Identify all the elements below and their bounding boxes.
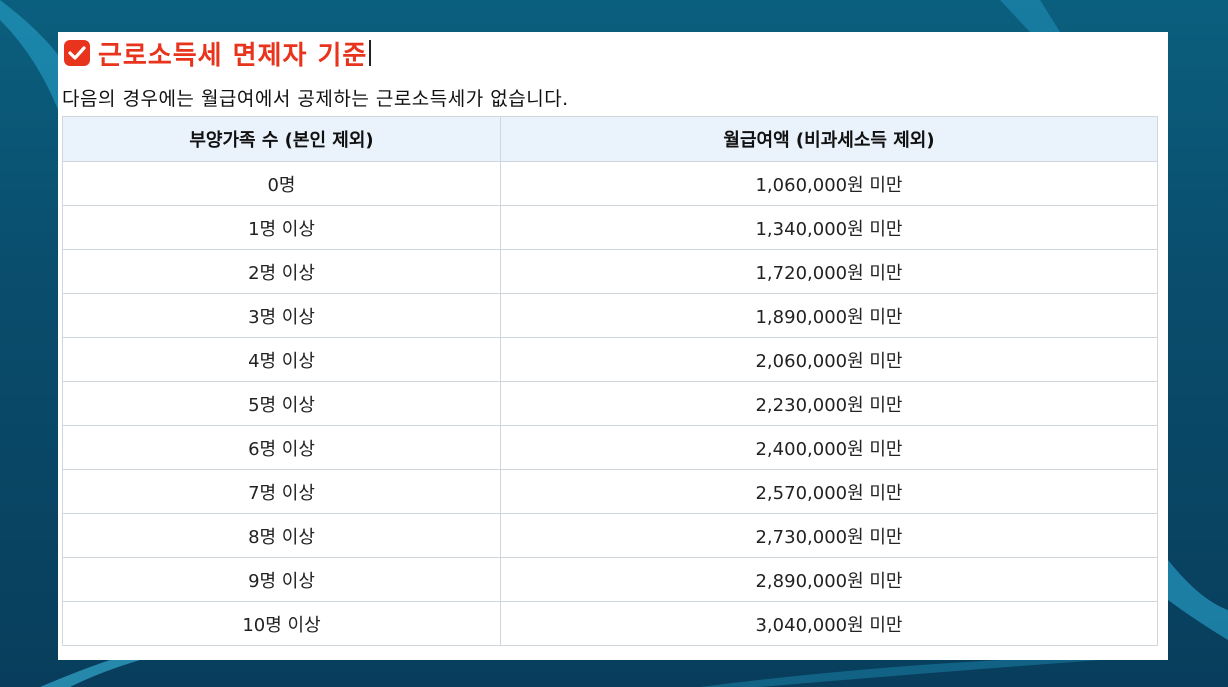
table-row: 10명 이상 3,040,000원 미만 xyxy=(62,601,1158,646)
header-dependents: 부양가족 수 (본인 제외) xyxy=(62,116,501,162)
salary-cell: 2,890,000원 미만 xyxy=(500,557,1158,602)
table-row: 6명 이상 2,400,000원 미만 xyxy=(62,425,1158,470)
table-row: 8명 이상 2,730,000원 미만 xyxy=(62,513,1158,558)
dependents-cell: 0명 xyxy=(62,161,501,206)
salary-cell: 2,400,000원 미만 xyxy=(500,425,1158,470)
salary-cell: 3,040,000원 미만 xyxy=(500,601,1158,646)
salary-cell: 2,570,000원 미만 xyxy=(500,469,1158,514)
content-panel: 근로소득세 면제자 기준 다음의 경우에는 월급여에서 공제하는 근로소득세가 … xyxy=(58,32,1168,660)
text-cursor xyxy=(369,40,372,66)
exemption-table: 부양가족 수 (본인 제외) 월급여액 (비과세소득 제외) 0명 1,060,… xyxy=(62,116,1158,646)
header-monthly-salary: 월급여액 (비과세소득 제외) xyxy=(500,116,1158,162)
table-row: 7명 이상 2,570,000원 미만 xyxy=(62,469,1158,514)
dependents-cell: 9명 이상 xyxy=(62,557,501,602)
dependents-cell: 8명 이상 xyxy=(62,513,501,558)
salary-cell: 2,060,000원 미만 xyxy=(500,337,1158,382)
title-row: 근로소득세 면제자 기준 xyxy=(64,36,372,71)
dependents-cell: 5명 이상 xyxy=(62,381,501,426)
table-row: 3명 이상 1,890,000원 미만 xyxy=(62,293,1158,338)
table-header-row: 부양가족 수 (본인 제외) 월급여액 (비과세소득 제외) xyxy=(62,116,1158,162)
table-row: 5명 이상 2,230,000원 미만 xyxy=(62,381,1158,426)
table-row: 9명 이상 2,890,000원 미만 xyxy=(62,557,1158,602)
table-row: 0명 1,060,000원 미만 xyxy=(62,161,1158,206)
dependents-cell: 1명 이상 xyxy=(62,205,501,250)
dependents-cell: 6명 이상 xyxy=(62,425,501,470)
page-title: 근로소득세 면제자 기준 xyxy=(98,40,368,71)
dependents-cell: 2명 이상 xyxy=(62,249,501,294)
description-text: 다음의 경우에는 월급여에서 공제하는 근로소득세가 없습니다. xyxy=(62,88,569,110)
table-row: 2명 이상 1,720,000원 미만 xyxy=(62,249,1158,294)
salary-cell: 1,340,000원 미만 xyxy=(500,205,1158,250)
dependents-cell: 10명 이상 xyxy=(62,601,501,646)
salary-cell: 1,060,000원 미만 xyxy=(500,161,1158,206)
salary-cell: 1,720,000원 미만 xyxy=(500,249,1158,294)
salary-cell: 2,730,000원 미만 xyxy=(500,513,1158,558)
dependents-cell: 3명 이상 xyxy=(62,293,501,338)
table-row: 1명 이상 1,340,000원 미만 xyxy=(62,205,1158,250)
dependents-cell: 7명 이상 xyxy=(62,469,501,514)
dependents-cell: 4명 이상 xyxy=(62,337,501,382)
salary-cell: 1,890,000원 미만 xyxy=(500,293,1158,338)
salary-cell: 2,230,000원 미만 xyxy=(500,381,1158,426)
table-row: 4명 이상 2,060,000원 미만 xyxy=(62,337,1158,382)
check-box-icon xyxy=(64,40,90,66)
